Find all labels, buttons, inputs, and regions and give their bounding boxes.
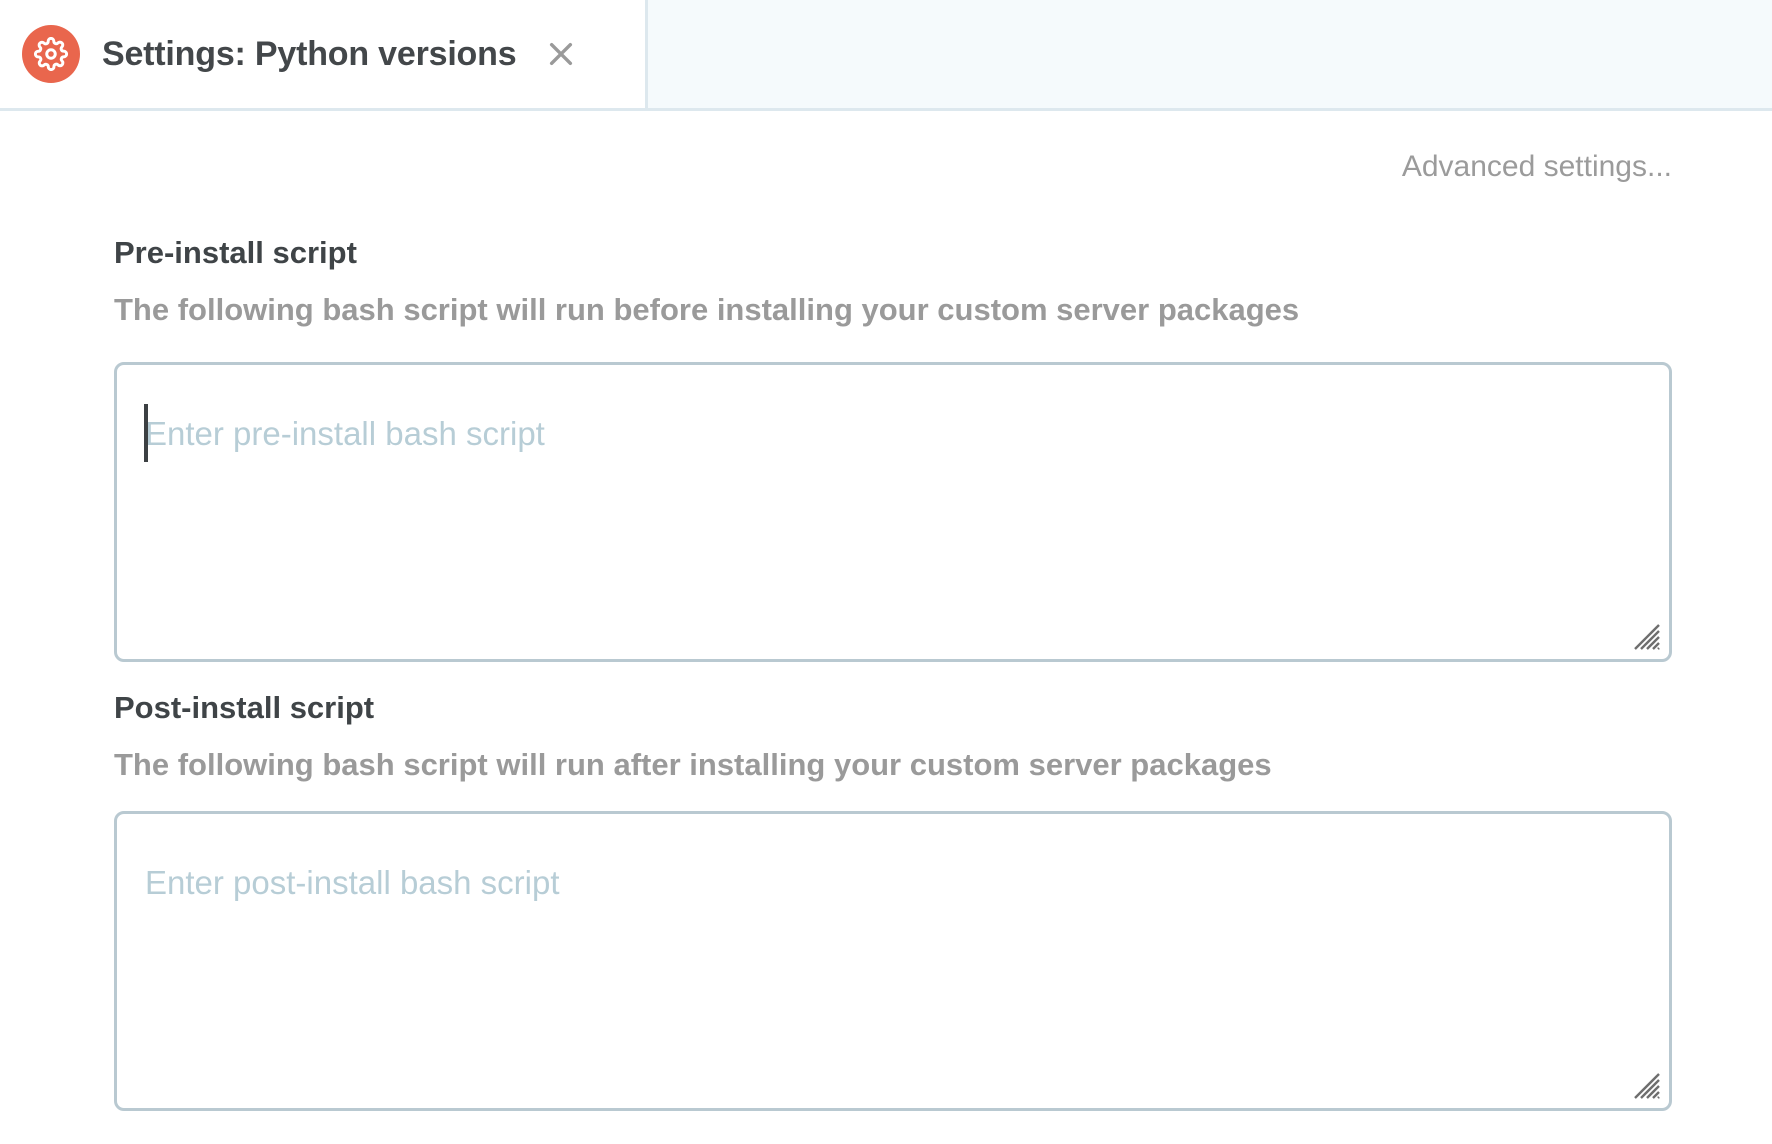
resize-handle[interactable] (1625, 1064, 1663, 1102)
tab-settings-python-versions[interactable]: Settings: Python versions (0, 0, 648, 108)
gear-icon (22, 25, 80, 83)
pre-install-script-input[interactable] (114, 362, 1672, 662)
post-install-textarea-wrap (114, 811, 1672, 1111)
advanced-settings-link[interactable]: Advanced settings... (114, 145, 1672, 189)
post-install-script-input[interactable] (114, 811, 1672, 1111)
tab-title: Settings: Python versions (102, 35, 516, 74)
resize-handle[interactable] (1625, 615, 1663, 653)
pre-install-textarea-wrap (114, 362, 1672, 662)
post-install-heading: Post-install script (114, 686, 1672, 730)
pre-install-heading: Pre-install script (114, 231, 1672, 275)
settings-panel: Advanced settings... Pre-install script … (0, 145, 1772, 1111)
tab-bar: Settings: Python versions (0, 0, 1772, 111)
post-install-description: The following bash script will run after… (114, 743, 1672, 787)
close-icon[interactable] (542, 35, 580, 73)
pre-install-description: The following bash script will run befor… (114, 288, 1672, 332)
